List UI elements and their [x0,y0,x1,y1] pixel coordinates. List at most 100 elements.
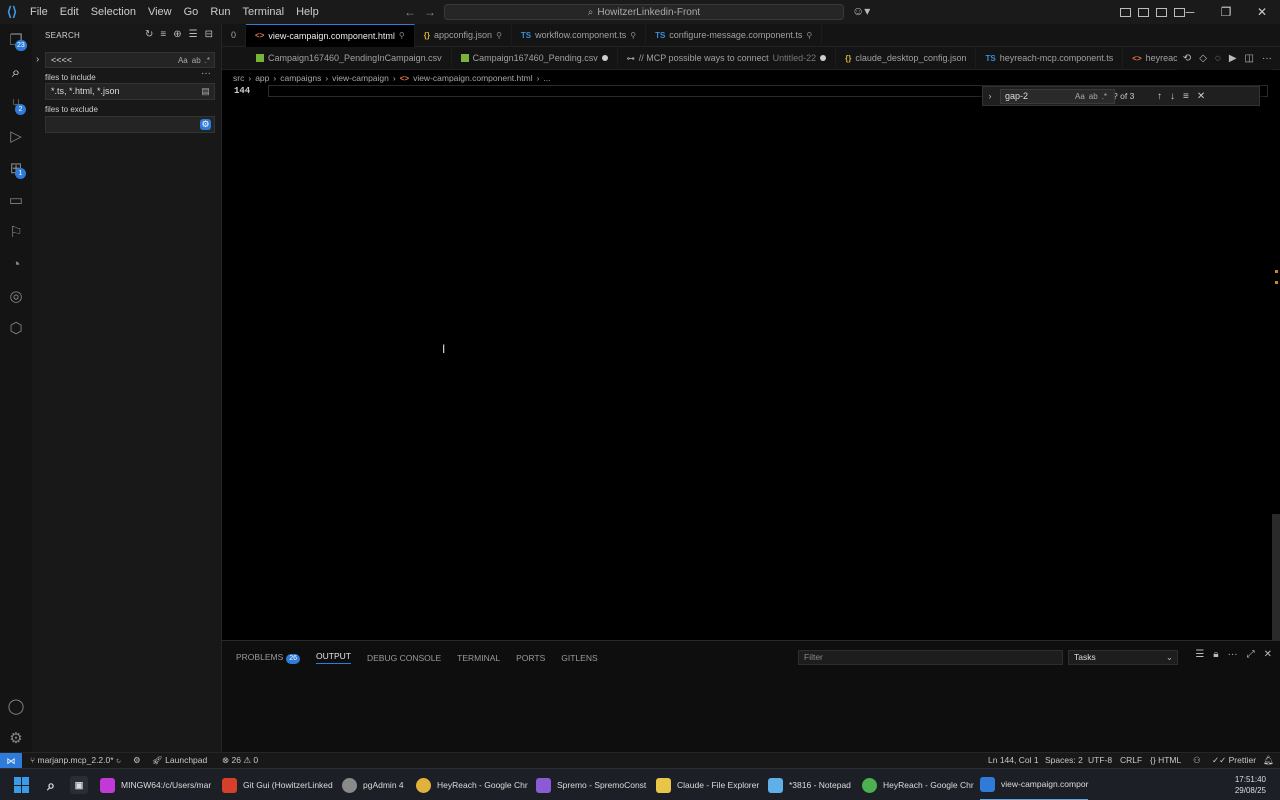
menu-file[interactable]: File [24,0,54,24]
pin-icon[interactable]: ⚲ [496,31,502,40]
taskbar-app-notepad[interactable]: *3816 - Notepad [768,769,851,800]
compare-icon[interactable]: ◇ [1199,53,1207,64]
copilot-status-icon[interactable]: ⚙ [133,753,141,768]
output-filter-input[interactable]: Filter [798,650,1063,665]
containers-icon[interactable]: ⬡ [6,318,26,338]
search-icon[interactable]: ⌕ [42,776,60,794]
branch-status[interactable]: ⑂ marjanp.mcp_2.2.0* ↻ [30,753,121,768]
tab-campaign-pending-in-campaign-csv[interactable]: Campaign167460_PendingInCampaign.csv [222,46,452,70]
taskbar-app-pgadmin[interactable]: pgAdmin 4 [342,769,404,800]
view-as-tree-icon[interactable]: ☰ [189,29,198,40]
breadcrumb-item[interactable]: app [255,73,269,83]
system-clock[interactable]: 17:51:40 29/08/25 [1235,774,1266,796]
menu-edit[interactable]: Edit [54,0,85,24]
new-search-editor-icon[interactable]: ⊕ [173,29,181,40]
tab-ports[interactable]: PORTS [516,653,545,663]
command-center[interactable]: ⌕ HowitzerLinkedin-Front [444,4,844,20]
more-actions-icon[interactable]: ··· [1228,649,1238,660]
unsaved-dot-icon[interactable] [601,55,608,61]
run-debug-icon[interactable]: ▷ [6,126,26,146]
tab-debug-console[interactable]: DEBUG CONSOLE [367,653,441,663]
refresh-icon[interactable]: ↻ [145,29,153,40]
language-mode[interactable]: {} HTML [1150,753,1181,768]
next-match-icon[interactable]: ↓ [1170,91,1175,102]
find-in-selection-icon[interactable]: ≡ [1183,91,1189,102]
taskbar-app-vscode[interactable]: view-campaign.compor [980,769,1089,800]
tab-configure-message-component-ts[interactable]: TS configure-message.component.ts ⚲ [646,23,823,47]
live-share-icon[interactable]: ⚇ [1193,753,1201,768]
tab-view-campaign-component-html[interactable]: <> view-campaign.component.html ⚲ [246,23,415,47]
taskbar-app-spremo[interactable]: Spremo - SpremoConst [536,769,646,800]
taskbar-app-git-gui[interactable]: Git Gui (HowitzerLinked [222,769,333,800]
toggle-replace-chevron-icon[interactable]: › [36,54,39,65]
pin-icon[interactable]: ⚲ [630,31,636,40]
output-channel-select[interactable]: Tasks ⌄ [1068,650,1178,665]
tab-problems[interactable]: PROBLEMS 26 [236,652,301,664]
toggle-panel-icon[interactable] [1156,7,1167,17]
problems-status[interactable]: ⊗ 26 ⚠ 0 [222,753,258,768]
breadcrumb-item[interactable]: ... [543,73,550,83]
launchpad-status[interactable]: 🚀︎ Launchpad [152,753,207,768]
close-find-icon[interactable]: ✕ [1197,91,1205,102]
maximize-panel-icon[interactable]: ⤢ [1247,649,1255,660]
menu-terminal[interactable]: Terminal [237,0,291,24]
taskbar-app-file-explorer[interactable]: Claude - File Explorer [656,769,759,800]
taskbar-app-heyreach-chrome-2[interactable]: HeyReach - Google Chr [862,769,974,800]
taskbar-app-heyreach-chrome[interactable]: HeyReach - Google Chr [416,769,528,800]
match-whole-word-icon[interactable]: ab [192,54,201,68]
more-options-icon[interactable]: ··· [201,68,211,79]
copilot-icon[interactable]: ☺▾ [852,4,870,18]
minimize-icon[interactable]: ─ [1172,0,1208,24]
files-exclude-input[interactable]: ⚙ [45,116,215,133]
clear-output-icon[interactable]: ☰ [1195,649,1204,660]
tab-gitlens[interactable]: GITLENS [561,653,597,663]
menu-selection[interactable]: Selection [85,0,142,24]
run-icon[interactable]: ▶ [1229,53,1237,64]
tab-campaign-pending-csv[interactable]: Campaign167460_Pending.csv [452,46,618,70]
indentation[interactable]: Spaces: 2 [1045,753,1083,768]
menu-go[interactable]: Go [178,0,205,24]
settings-gear-icon[interactable]: ⚙ [6,728,26,748]
tab-terminal[interactable]: TERMINAL [457,653,500,663]
notifications-bell-icon[interactable]: 🔔︎ [1263,753,1274,768]
close-panel-icon[interactable]: ✕ [1264,649,1272,660]
taskbar-app-mingw64[interactable]: MINGW64:/c/Users/mar [100,769,211,800]
vertical-scrollbar[interactable] [1272,514,1280,640]
tab-heyreach-mcp-component-ts[interactable]: TS heyreach-mcp.component.ts [976,46,1124,70]
search-input[interactable]: <<<< Aa ab .* [45,52,215,68]
forward-arrow-icon[interactable]: → [424,5,436,19]
use-exclude-settings-icon[interactable]: ⚙ [200,119,211,130]
collapse-all-icon[interactable]: ⊟ [205,29,213,40]
restore-icon[interactable]: ❐ [1208,0,1244,24]
tab-output[interactable]: OUTPUT [316,651,351,664]
code-editor[interactable]: 144 › gap-2 Aa ab .* ? of 3 ↑ ↓ ≡ ✕ I [222,84,1280,640]
menu-view[interactable]: View [142,0,178,24]
pin-icon[interactable]: ⚲ [806,31,812,40]
task-view-icon[interactable]: ▣ [70,776,88,794]
pin-icon[interactable]: ⚲ [399,31,405,40]
tab-claude-desktop-config-json[interactable]: {} claude_desktop_config.json [836,46,977,70]
git-graph-icon[interactable]: ◎ [6,286,26,306]
remote-indicator-icon[interactable]: ⋈ [0,753,22,769]
tab-mcp-possible-ways[interactable]: ⊶ // MCP possible ways to connect Untitl… [618,46,837,70]
toggle-replace-icon[interactable]: › [983,91,997,101]
accounts-icon[interactable]: ◯ [6,696,26,716]
go-back-icon[interactable]: ⟲ [1183,53,1191,64]
split-editor-icon[interactable]: ◫ [1245,53,1254,64]
lock-scroll-icon[interactable]: 🔒︎ [1213,649,1218,660]
toggle-sidebar-icon[interactable] [1120,7,1131,17]
remote-explorer-icon[interactable]: ▭ [6,190,26,210]
more-actions-icon[interactable]: ··· [1262,53,1272,64]
end-of-line[interactable]: CRLF [1120,753,1142,768]
tab-appconfig-json[interactable]: {} appconfig.json ⚲ [415,23,512,47]
back-arrow-icon[interactable]: ← [404,5,416,19]
previous-match-icon[interactable]: ↑ [1157,91,1162,102]
files-include-input[interactable]: *.ts, *.html, *.json ▤ [45,83,215,100]
search-only-open-editors-icon[interactable]: ▤ [200,86,211,97]
encoding[interactable]: UTF-8 [1088,753,1112,768]
open-changes-icon[interactable]: ◌ [1215,53,1221,64]
gitlens-icon[interactable]: ◔ [6,254,26,274]
use-regex-icon[interactable]: .* [205,54,210,68]
tab-workflow-component-ts[interactable]: TS workflow.component.ts ⚲ [512,23,647,47]
breadcrumb-item[interactable]: src [233,73,244,83]
